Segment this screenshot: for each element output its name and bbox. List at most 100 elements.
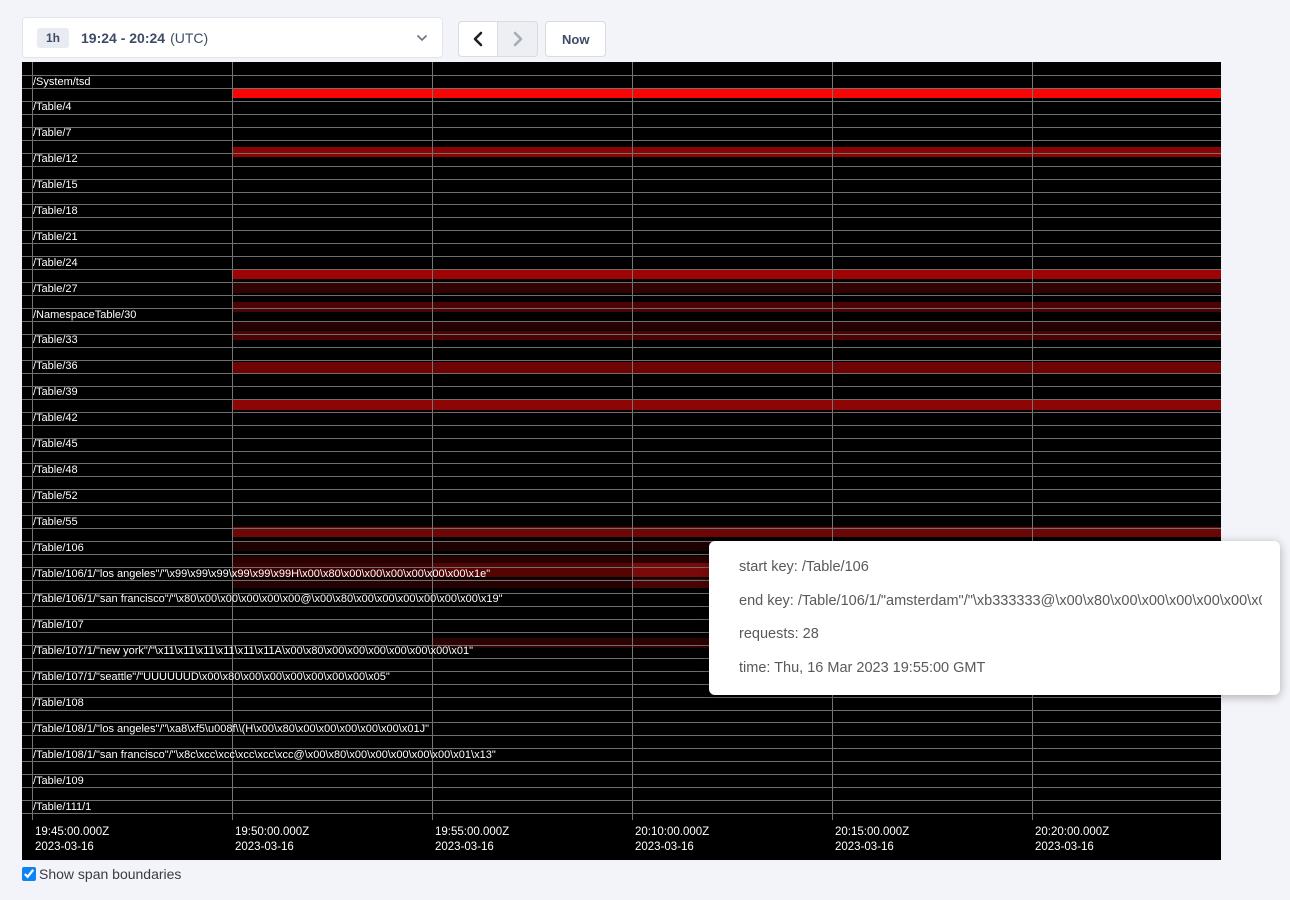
span-boundary-line: [22, 373, 1221, 374]
span-boundary-line: [22, 192, 1221, 193]
row-label: /Table/45: [33, 438, 78, 450]
row-label: /Table/7: [33, 127, 72, 139]
row-label: /Table/107/1/"seattle"/"UUUUUUD\x00\x80\…: [33, 671, 390, 683]
row-label: /Table/111/1: [33, 801, 91, 813]
span-boundary-line: [22, 269, 1221, 270]
range-shortcut-badge: 1h: [37, 28, 69, 48]
span-boundary-line: [22, 800, 1221, 801]
row-label: /Table/106/1/"los angeles"/"\x99\x99\x99…: [33, 568, 490, 580]
span-boundary-line: [22, 243, 1221, 244]
row-label: /System/tsd: [33, 76, 90, 88]
heat-band: [232, 283, 1221, 293]
span-boundary-line: [22, 489, 1221, 490]
heat-band: [232, 302, 1221, 312]
chevron-left-icon: [472, 31, 484, 47]
span-boundary-line: [22, 295, 1221, 296]
key-visualizer-canvas[interactable]: /System/tsd/Table/4/Table/7/Table/12/Tab…: [22, 62, 1221, 860]
span-boundary-line: [22, 88, 1221, 89]
row-label: /Table/107: [33, 619, 84, 631]
row-label: /Table/15: [33, 179, 78, 191]
span-boundary-line: [22, 774, 1221, 775]
row-label: /Table/24: [33, 257, 78, 269]
span-boundary-line: [22, 787, 1221, 788]
x-axis-tick: 20:15:00.000Z2023-03-16: [835, 825, 909, 855]
span-boundary-line: [22, 412, 1221, 413]
span-boundary-line: [22, 153, 1221, 154]
prev-time-button[interactable]: [458, 21, 498, 57]
time-gridline: [432, 62, 433, 820]
row-label: /Table/4: [33, 101, 72, 113]
span-boundary-line: [22, 166, 1221, 167]
span-boundary-line: [22, 127, 1221, 128]
span-boundary-line: [22, 256, 1221, 257]
row-label: /Table/42: [33, 412, 78, 424]
span-boundary-line: [22, 438, 1221, 439]
x-axis-tick: 19:45:00.000Z2023-03-16: [35, 825, 109, 855]
row-label: /Table/12: [33, 153, 78, 165]
x-axis-tick: 19:50:00.000Z2023-03-16: [235, 825, 309, 855]
tooltip-time: time: Thu, 16 Mar 2023 19:55:00 GMT: [739, 652, 1262, 686]
row-label: /Table/108/1/"los angeles"/"\xa8\xf5\u00…: [33, 723, 429, 735]
span-boundary-line: [22, 813, 1221, 814]
row-label: /Table/108/1/"san francisco"/"\x8c\xcc\x…: [33, 749, 496, 761]
footer-options: Show span boundaries: [22, 866, 181, 882]
span-boundary-line: [22, 476, 1221, 477]
row-label: /Table/106/1/"san francisco"/"\x80\x00\x…: [33, 593, 503, 605]
span-boundary-line: [22, 502, 1221, 503]
span-boundary-line: [22, 334, 1221, 335]
heat-band: [232, 362, 1221, 373]
span-boundary-line: [22, 528, 1221, 529]
row-label: /Table/21: [33, 231, 78, 243]
span-boundary-line: [22, 230, 1221, 231]
time-nav-group: [458, 21, 538, 57]
span-boundary-line: [22, 425, 1221, 426]
span-boundary-line: [22, 282, 1221, 283]
range-timezone: (UTC): [170, 30, 208, 46]
span-boundary-line: [22, 515, 1221, 516]
span-boundary-line: [22, 710, 1221, 711]
span-boundary-line: [22, 179, 1221, 180]
span-boundary-line: [22, 114, 1221, 115]
span-boundary-line: [22, 217, 1221, 218]
tooltip-requests: requests: 28: [739, 618, 1262, 652]
tooltip: start key: /Table/106 end key: /Table/10…: [709, 541, 1280, 695]
span-boundary-line: [22, 321, 1221, 322]
heat-band: [232, 269, 1221, 279]
next-time-button[interactable]: [498, 21, 538, 57]
now-button[interactable]: Now: [545, 21, 606, 57]
show-span-boundaries-label: Show span boundaries: [39, 866, 181, 882]
span-boundary-line: [22, 451, 1221, 452]
x-axis-tick: 20:20:00.000Z2023-03-16: [1035, 825, 1109, 855]
time-range-select[interactable]: 1h 19:24 - 20:24 (UTC): [22, 17, 443, 58]
span-boundary-line: [22, 735, 1221, 736]
span-boundary-line: [22, 386, 1221, 387]
span-boundary-line: [22, 463, 1221, 464]
span-boundary-line: [22, 697, 1221, 698]
show-span-boundaries-checkbox[interactable]: [22, 867, 36, 881]
row-label: /NamespaceTable/30: [33, 309, 136, 321]
span-boundary-line: [22, 101, 1221, 102]
row-label: /Table/48: [33, 464, 78, 476]
span-boundary-line: [22, 399, 1221, 400]
chevron-down-icon: [416, 34, 428, 42]
span-boundary-line: [22, 75, 1221, 76]
heat-band: [232, 322, 1221, 330]
tooltip-end-key: end key: /Table/106/1/"amsterdam"/"\xb33…: [739, 585, 1262, 619]
span-boundary-line: [22, 347, 1221, 348]
x-axis-tick: 19:55:00.000Z2023-03-16: [435, 825, 509, 855]
heat-band: [232, 89, 1221, 98]
row-label: /Table/18: [33, 205, 78, 217]
row-label: /Table/52: [33, 490, 78, 502]
row-label: /Table/55: [33, 516, 78, 528]
tooltip-start-key: start key: /Table/106: [739, 551, 1262, 585]
row-label: /Table/109: [33, 775, 84, 787]
heat-band: [232, 331, 1221, 340]
row-label: /Table/33: [33, 334, 78, 346]
row-label: /Table/39: [33, 386, 78, 398]
span-boundary-line: [22, 308, 1221, 309]
span-boundary-line: [22, 204, 1221, 205]
time-gridline: [1032, 62, 1033, 820]
time-gridline: [832, 62, 833, 820]
row-label: /Table/107/1/"new york"/"\x11\x11\x11\x1…: [33, 645, 473, 657]
time-gridline: [232, 62, 233, 820]
